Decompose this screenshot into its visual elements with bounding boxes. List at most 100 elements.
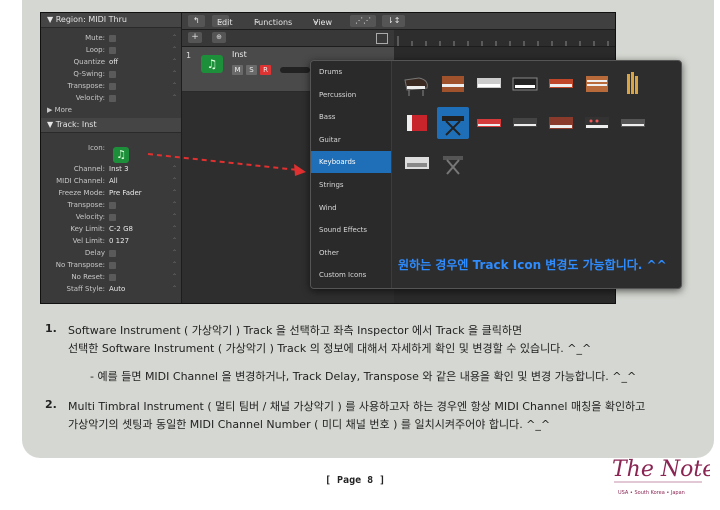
synth-red-icon[interactable] bbox=[473, 107, 505, 139]
param-value: Inst 3 bbox=[109, 165, 129, 173]
organ-icon[interactable] bbox=[581, 68, 613, 100]
track-header[interactable]: ▼ Track: Inst bbox=[41, 118, 181, 133]
param-label: Loop: bbox=[85, 46, 105, 54]
edit-menu[interactable]: Edit ⌄ bbox=[212, 15, 233, 27]
stepper-icon[interactable]: ⌃ bbox=[172, 271, 177, 283]
inspector-param-row[interactable]: Delay ⌃ bbox=[41, 247, 181, 259]
param-label: Freeze Mode: bbox=[58, 189, 106, 197]
param-checkbox[interactable] bbox=[109, 95, 116, 102]
page-number: [ Page 8 ] bbox=[325, 475, 386, 486]
param-checkbox[interactable] bbox=[109, 35, 116, 42]
inspector-param-row[interactable]: No Reset: ⌃ bbox=[41, 271, 181, 283]
inspector-param-row[interactable]: Q-Swing: ⌃ bbox=[41, 68, 181, 80]
param-label: Transpose: bbox=[67, 201, 105, 209]
icon-category-item[interactable]: Bass bbox=[311, 106, 391, 128]
music-note-icon[interactable]: ♫ bbox=[113, 147, 129, 163]
param-checkbox[interactable] bbox=[109, 47, 116, 54]
stepper-icon[interactable]: ⌃ bbox=[172, 80, 177, 92]
param-checkbox[interactable] bbox=[109, 202, 116, 209]
add-track-button[interactable]: + bbox=[188, 32, 202, 43]
view-menu[interactable]: View ⌄ bbox=[313, 15, 332, 27]
catch-icon[interactable]: ⋰⋰ bbox=[350, 15, 376, 27]
inspector-param-row[interactable]: Transpose: ⌃ bbox=[41, 80, 181, 92]
the-note-logo: The Note USA • South Korea • Japan bbox=[606, 452, 715, 506]
stepper-icon[interactable]: ⌃ bbox=[172, 44, 177, 56]
param-label: Mute: bbox=[85, 34, 105, 42]
duplicate-track-icon[interactable]: ⊕ bbox=[212, 32, 226, 43]
keyboard-note-icon[interactable]: ♫ bbox=[201, 55, 223, 73]
inspector-param-row[interactable]: Vel Limit: 0 127 ⌃ bbox=[41, 235, 181, 247]
volume-slider[interactable] bbox=[280, 67, 310, 73]
back-icon[interactable]: ↰ bbox=[188, 15, 205, 27]
stepper-icon[interactable]: ⌃ bbox=[172, 223, 177, 235]
param-checkbox[interactable] bbox=[109, 214, 116, 221]
inspector-param-row[interactable]: Mute: ⌃ bbox=[41, 32, 181, 44]
pipe-organ-icon[interactable] bbox=[617, 68, 649, 100]
param-value: Pre Fader bbox=[109, 189, 142, 197]
workstation-icon[interactable] bbox=[617, 107, 649, 139]
timeline-ruler[interactable] bbox=[394, 30, 615, 47]
param-checkbox[interactable] bbox=[109, 250, 116, 257]
record-button[interactable]: R bbox=[260, 65, 271, 75]
mute-button[interactable]: M bbox=[232, 65, 243, 75]
stepper-icon[interactable]: ⌃ bbox=[172, 283, 177, 295]
more-row[interactable]: ▶ More bbox=[41, 104, 181, 116]
param-checkbox[interactable] bbox=[109, 262, 116, 269]
upright-piano-icon[interactable] bbox=[437, 68, 469, 100]
param-checkbox[interactable] bbox=[109, 274, 116, 281]
inspector-param-row[interactable]: Staff Style: Auto ⌃ bbox=[41, 283, 181, 295]
param-checkbox[interactable] bbox=[109, 71, 116, 78]
icon-category-item[interactable]: Sound Effects bbox=[311, 219, 391, 241]
grand-piano-icon[interactable] bbox=[401, 68, 433, 100]
icon-category-item[interactable]: Other bbox=[311, 242, 391, 264]
icon-category-item[interactable]: Strings bbox=[311, 174, 391, 196]
icon-category-item[interactable]: Guitar bbox=[311, 129, 391, 151]
stepper-icon[interactable]: ⌃ bbox=[172, 92, 177, 104]
drum-machine-icon[interactable] bbox=[401, 147, 433, 179]
region-params: Mute: ⌃ Loop: ⌃ Quantize off ⌃ Q-Swing: ⌃ Transpo… bbox=[41, 32, 181, 104]
param-label: Vel Limit: bbox=[72, 237, 105, 245]
stepper-icon[interactable]: ⌃ bbox=[172, 56, 177, 68]
param-label: Staff Style: bbox=[66, 285, 105, 293]
snap-icon[interactable]: ⇂↕ bbox=[382, 15, 406, 27]
icon-category-item[interactable]: Drums bbox=[311, 61, 391, 83]
stepper-icon[interactable]: ⌃ bbox=[172, 187, 177, 199]
inspector-param-row[interactable]: No Transpose: ⌃ bbox=[41, 259, 181, 271]
inspector-param-row[interactable]: Velocity: ⌃ bbox=[41, 92, 181, 104]
accordion-icon[interactable] bbox=[401, 107, 433, 139]
keytar-stand-icon[interactable] bbox=[437, 147, 469, 179]
inspector-param-row[interactable]: Velocity: ⌃ bbox=[41, 211, 181, 223]
functions-menu[interactable]: Functions ⌄ bbox=[254, 15, 292, 27]
stepper-icon[interactable]: ⌃ bbox=[172, 247, 177, 259]
stepper-icon[interactable]: ⌃ bbox=[172, 199, 177, 211]
logo-mark: The Note USA • South Korea • Japan bbox=[612, 457, 715, 496]
icon-category-item[interactable]: Keyboards bbox=[311, 151, 391, 174]
stepper-icon[interactable]: ⌃ bbox=[172, 235, 177, 247]
stepper-icon[interactable]: ⌃ bbox=[172, 211, 177, 223]
electric-piano-icon[interactable] bbox=[473, 68, 505, 100]
analog-synth-icon[interactable] bbox=[545, 107, 577, 139]
region-header[interactable]: ▼ Region: MIDI Thru bbox=[41, 13, 181, 28]
keyboard-stand-icon[interactable] bbox=[437, 107, 469, 139]
inspector-param-row[interactable]: Loop: ⌃ bbox=[41, 44, 181, 56]
catch-playhead-icon[interactable] bbox=[376, 33, 388, 44]
modular-synth-icon[interactable] bbox=[581, 107, 613, 139]
param-label: Velocity: bbox=[75, 213, 105, 221]
inspector-param-row[interactable]: Freeze Mode: Pre Fader ⌃ bbox=[41, 187, 181, 199]
stage-piano-icon[interactable] bbox=[509, 68, 541, 100]
stepper-icon[interactable]: ⌃ bbox=[172, 68, 177, 80]
inspector-param-row[interactable]: Transpose: ⌃ bbox=[41, 199, 181, 211]
inspector-param-row[interactable]: Key Limit: C-2 G8 ⌃ bbox=[41, 223, 181, 235]
param-checkbox[interactable] bbox=[109, 83, 116, 90]
inspector-param-row[interactable]: Quantize off ⌃ bbox=[41, 56, 181, 68]
stepper-icon[interactable]: ⌃ bbox=[172, 32, 177, 44]
rhodes-icon[interactable] bbox=[545, 68, 577, 100]
icon-category-item[interactable]: Wind bbox=[311, 197, 391, 219]
synth-dark-icon[interactable] bbox=[509, 107, 541, 139]
param-label: Delay bbox=[84, 249, 105, 257]
overlay-caption: 원하는 경우엔 Track Icon 변경도 가능합니다. ^^ bbox=[398, 258, 667, 272]
icon-category-item[interactable]: Custom Icons bbox=[311, 264, 391, 286]
icon-category-item[interactable]: Percussion bbox=[311, 84, 391, 106]
solo-button[interactable]: S bbox=[246, 65, 257, 75]
stepper-icon[interactable]: ⌃ bbox=[172, 259, 177, 271]
